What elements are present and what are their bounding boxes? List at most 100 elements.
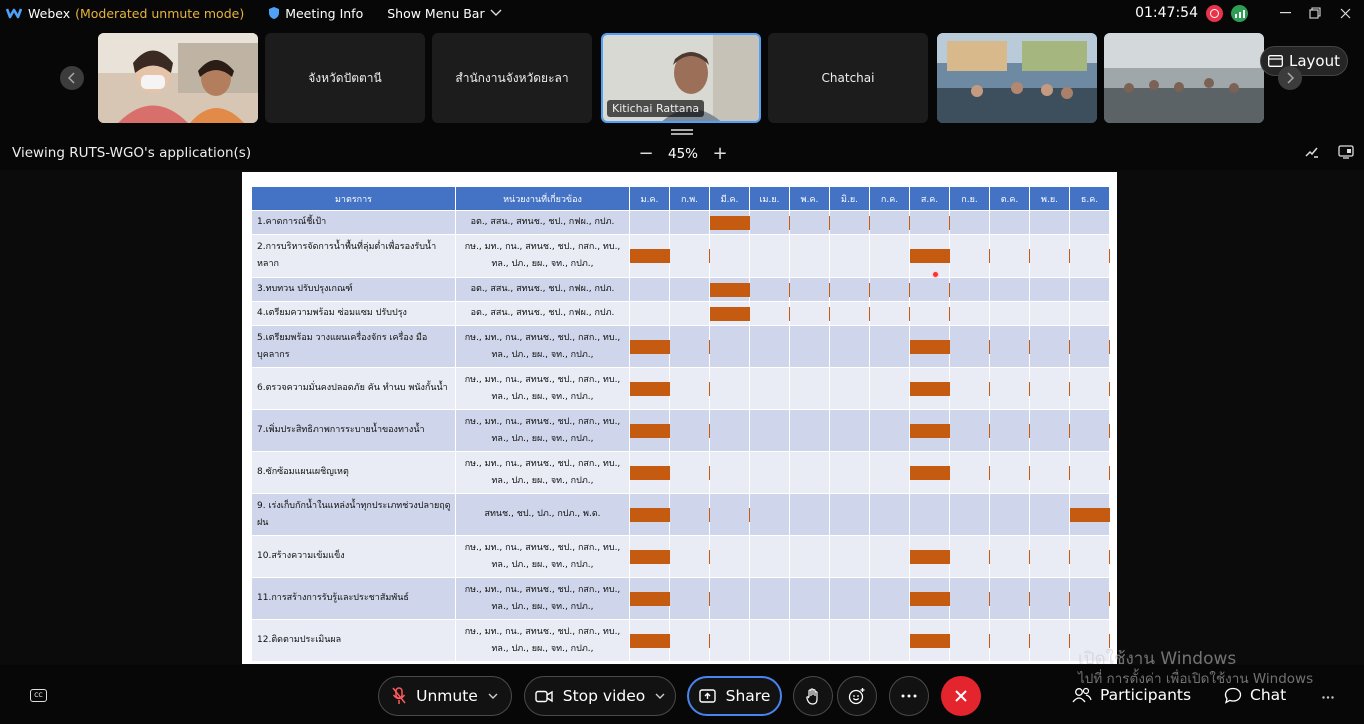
unmute-button[interactable]: Unmute [378, 676, 512, 716]
watermark-title: เปิดใช้งาน Windows [1078, 649, 1237, 669]
annotate-icon[interactable] [1304, 144, 1320, 160]
month-cell [629, 619, 710, 662]
header-month: ก.พ. [669, 186, 710, 211]
month-cell [1069, 234, 1110, 278]
task-name: 10.สร้างความเข้มแข็ง [251, 535, 456, 578]
month-cell [949, 210, 990, 235]
leave-meeting-button[interactable] [941, 676, 981, 716]
month-cell [669, 535, 710, 578]
participant-tile-chatchai[interactable]: Chatchai [768, 33, 928, 123]
month-cell [1069, 325, 1110, 368]
month-cell [1029, 535, 1070, 578]
task-name: 5.เตรียมพร้อม วางแผนเครื่องจักร เครื่อง … [251, 325, 456, 368]
share-label: Share [725, 687, 771, 705]
participant-tile-yala[interactable]: สำนักงานจังหวัดยะลา [432, 33, 592, 123]
month-cell [669, 277, 710, 302]
participant-tile-active-speaker[interactable]: Kitichai Rattana [601, 33, 761, 123]
close-window-button[interactable] [1330, 0, 1360, 26]
viewing-application-label: Viewing RUTS-WGO's application(s) [12, 145, 252, 161]
view-options-icon[interactable] [1338, 144, 1354, 160]
month-cell [989, 210, 1030, 235]
participant-tile-video[interactable] [98, 33, 258, 123]
stop-video-button[interactable]: Stop video [524, 676, 676, 716]
zoom-out-button[interactable]: − [638, 143, 654, 164]
month-cell [669, 619, 710, 662]
minimize-icon [1279, 12, 1291, 14]
month-cell [869, 619, 910, 662]
month-cell [909, 451, 1110, 494]
webex-meeting-window: Webex (Moderated unmute mode) Meeting In… [0, 0, 1364, 724]
restore-button[interactable] [1300, 0, 1330, 26]
more-options-button[interactable] [889, 676, 929, 716]
month-cell [709, 301, 950, 326]
network-health-icon[interactable] [1231, 4, 1248, 22]
header-month: มิ.ย. [829, 186, 870, 211]
chevron-down-icon[interactable] [488, 693, 498, 700]
gantt-row: 6.ตรวจความมั่นคงปลอดภัย คัน ทำนบ พนังกั้… [251, 367, 1110, 410]
participant-tile-pattani[interactable]: จังหวัดปัตตานี [265, 33, 425, 123]
month-cell [1029, 577, 1070, 620]
agency-list: กษ., มท., กน., สทนช., ชป., กสก., ทบ., ทล… [455, 325, 630, 368]
closed-captions-button[interactable]: CC [30, 689, 47, 702]
month-cell [949, 301, 990, 326]
share-button[interactable]: Share [687, 676, 782, 716]
month-cell [909, 409, 1110, 452]
month-cell [949, 535, 990, 578]
header-month: พ.ย. [1029, 186, 1070, 211]
month-cell [709, 234, 750, 278]
month-cell [869, 493, 910, 536]
meeting-info-label: Meeting Info [285, 5, 364, 21]
month-cell [829, 210, 870, 235]
zoom-in-button[interactable]: + [712, 143, 728, 164]
title-bar: Webex (Moderated unmute mode) Meeting In… [0, 0, 1364, 26]
layout-button[interactable]: Layout [1260, 46, 1348, 76]
month-cell [829, 577, 870, 620]
month-cell [629, 301, 670, 326]
month-cell [909, 367, 1110, 410]
reactions-button[interactable] [837, 676, 877, 716]
month-cell [749, 367, 790, 410]
windows-activation-watermark: เปิดใช้งาน Windows ไปที่ การตั้งค่า เพื่… [1078, 649, 1313, 689]
participant-tile-conference-room[interactable] [1104, 33, 1264, 123]
video-camera-icon [535, 690, 553, 702]
task-name: 1.คาดการณ์ชี้เป้า [251, 210, 456, 235]
reactions-icon [848, 688, 865, 705]
chevron-down-icon[interactable] [655, 693, 665, 700]
app-title: Webex (Moderated unmute mode) [28, 6, 244, 21]
month-cell [989, 409, 1030, 452]
gantt-row: 2.การบริหารจัดการน้ำพื้นที่ลุ่มต่ำเพื่อร… [251, 234, 1110, 278]
month-cell [949, 409, 990, 452]
month-cell [789, 535, 830, 578]
month-cell [869, 301, 910, 326]
more-panels-button[interactable] [1322, 684, 1334, 703]
meeting-info-button[interactable]: Meeting Info [268, 6, 363, 21]
strip-resize-handle[interactable] [671, 129, 693, 135]
month-cell [629, 577, 710, 620]
month-cell [669, 577, 710, 620]
month-cell [869, 535, 910, 578]
month-cell [709, 493, 750, 536]
month-cell [789, 367, 830, 410]
minimize-button[interactable] [1270, 0, 1300, 26]
month-cell [909, 234, 1110, 278]
month-cell [709, 210, 950, 235]
unmute-mode-label: (Moderated unmute mode) [75, 5, 245, 21]
show-menu-bar-button[interactable]: Show Menu Bar [387, 6, 502, 21]
month-cell [989, 277, 1030, 302]
month-cell [989, 577, 1030, 620]
participant-tile-room[interactable] [937, 33, 1097, 123]
participant-name: จังหวัดปัตตานี [308, 70, 382, 85]
agency-list: กษ., มท., กน., สทนช., ชป., กสก., ทบ., ทล… [455, 367, 630, 410]
month-cell [749, 325, 790, 368]
gantt-row: 3.ทบทวน ปรับปรุงเกณฑ์ อต., สสน., สทนช., ช… [251, 277, 1110, 302]
close-icon [955, 690, 967, 702]
layout-icon [1268, 55, 1283, 67]
raise-hand-button[interactable] [793, 676, 833, 716]
month-cell [749, 451, 790, 494]
participant-name: Kitichai Rattana [607, 100, 705, 117]
recording-icon[interactable] [1206, 4, 1223, 22]
month-cell [669, 409, 710, 452]
strip-next-button[interactable] [1278, 66, 1302, 90]
strip-prev-button[interactable] [60, 66, 84, 90]
presenter-cursor [932, 271, 939, 278]
